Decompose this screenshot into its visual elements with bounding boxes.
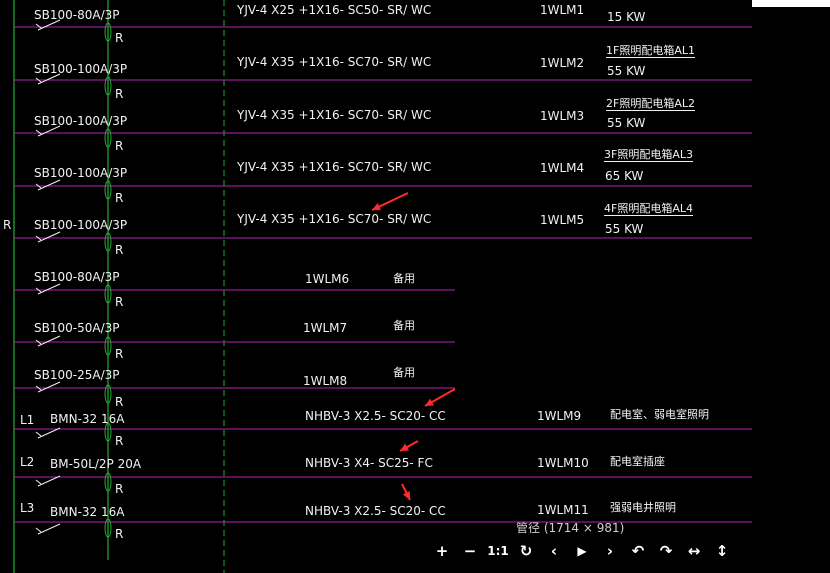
previous-button[interactable]: ‹ xyxy=(540,540,568,562)
r-label: R xyxy=(115,87,124,101)
breaker-label: SB100-100A/3P xyxy=(34,166,128,180)
r-label: R xyxy=(115,243,124,257)
flip-horizontal-button[interactable]: ↔ xyxy=(680,540,708,562)
r-label: R xyxy=(115,31,124,45)
breaker-label: SB100-80A/3P xyxy=(34,270,120,284)
r-label: R xyxy=(115,295,124,309)
breaker-symbol xyxy=(37,381,61,393)
cable-label: YJV-4 X35 +1X16- SC70- SR/ WC xyxy=(237,212,432,226)
next-button[interactable]: › xyxy=(596,540,624,562)
breaker-symbol xyxy=(35,431,42,437)
r-label: R xyxy=(115,482,124,496)
breaker-label: SB100-100A/3P xyxy=(34,218,128,232)
breaker-label: SB100-100A/3P xyxy=(34,114,128,128)
breaker-symbol xyxy=(37,335,61,347)
destination-label: 1F照明配电箱AL1 xyxy=(606,44,695,58)
breaker-symbol xyxy=(37,283,61,295)
breaker-label: BM-50L/2P 20A xyxy=(50,457,142,471)
circuit-label: 1WLM4 xyxy=(540,161,585,175)
window-edge xyxy=(752,0,830,7)
phase-label: L1 xyxy=(20,413,35,427)
breaker-symbol xyxy=(35,527,42,533)
destination-label: 3F照明配电箱AL3 xyxy=(604,148,693,162)
cable-label: NHBV-3 X4- SC25- FC xyxy=(305,456,433,470)
breaker-symbol xyxy=(37,231,61,243)
rotate-button[interactable]: ↻ xyxy=(512,540,540,562)
cable-label: YJV-4 X35 +1X16- SC70- SR/ WC xyxy=(237,55,432,69)
load-label: 55 KW xyxy=(607,116,646,130)
breaker-label: SB100-100A/3P xyxy=(34,62,128,76)
cable-label: YJV-4 X35 +1X16- SC70- SR/ WC xyxy=(237,160,432,174)
viewer-toolbar: + − 1:1 ↻ ‹ ▶ › ↶ ↷ ↔ ↕ xyxy=(428,540,736,562)
image-size-info: 管径 (1714 × 981) xyxy=(516,521,625,535)
r-label: R xyxy=(115,191,124,205)
breaker-symbol xyxy=(35,479,42,485)
destination-label: 强弱电井照明 xyxy=(610,501,676,514)
breaker-label: SB100-80A/3P xyxy=(34,8,120,22)
phase-label: L2 xyxy=(20,455,35,469)
breaker-label: BMN-32 16A xyxy=(50,505,125,519)
circuit-label: 1WLM5 xyxy=(540,213,585,227)
cable-label: NHBV-3 X2.5- SC20- CC xyxy=(305,504,446,518)
load-label: 55 KW xyxy=(605,222,644,236)
circuit-label: 1WLM7 xyxy=(303,321,348,335)
r-label-left: R xyxy=(3,218,12,232)
r-label: R xyxy=(115,527,124,541)
destination-label: 配电室插座 xyxy=(610,455,665,468)
breaker-label: SB100-50A/3P xyxy=(34,321,120,335)
spare-label: 备用 xyxy=(393,319,415,332)
load-label: 65 KW xyxy=(605,169,644,183)
drawing-canvas[interactable]: SB100-80A/3P YJV-4 X25 +1X16- SC50- SR/ … xyxy=(0,0,830,573)
phase-label: L3 xyxy=(20,501,35,515)
destination-label: 2F照明配电箱AL2 xyxy=(606,97,695,111)
zoom-out-button[interactable]: − xyxy=(456,540,484,562)
load-label: 15 KW xyxy=(607,10,646,24)
destination-label: 4F照明配电箱AL4 xyxy=(604,202,693,216)
r-label: R xyxy=(115,434,124,448)
circuit-label: 1WLM6 xyxy=(305,272,350,286)
circuit-label: 1WLM2 xyxy=(540,56,585,70)
breaker-symbol xyxy=(37,523,61,535)
drawing-lines xyxy=(13,0,752,573)
destination-label: 配电室、弱电室照明 xyxy=(610,408,709,421)
r-label: R xyxy=(115,395,124,409)
circuit-label: 1WLM3 xyxy=(540,109,585,123)
circuit-label: 1WLM10 xyxy=(537,456,589,470)
spare-label: 备用 xyxy=(393,366,415,379)
r-label: R xyxy=(115,139,124,153)
circuit-label: 1WLM1 xyxy=(540,3,585,17)
circuit-label: 1WLM11 xyxy=(537,503,589,517)
undo-rotate-button[interactable]: ↶ xyxy=(624,540,652,562)
redo-rotate-button[interactable]: ↷ xyxy=(652,540,680,562)
spare-label: 备用 xyxy=(393,272,415,285)
play-button[interactable]: ▶ xyxy=(568,540,596,562)
load-label: 55 KW xyxy=(607,64,646,78)
circuit-label: 1WLM9 xyxy=(537,409,582,423)
r-label: R xyxy=(115,347,124,361)
cable-label: YJV-4 X35 +1X16- SC70- SR/ WC xyxy=(237,108,432,122)
zoom-in-button[interactable]: + xyxy=(428,540,456,562)
flip-vertical-button[interactable]: ↕ xyxy=(708,540,736,562)
breaker-label: BMN-32 16A xyxy=(50,412,125,426)
cable-label: NHBV-3 X2.5- SC20- CC xyxy=(305,409,446,423)
cable-label: YJV-4 X25 +1X16- SC50- SR/ WC xyxy=(237,3,432,17)
actual-size-button[interactable]: 1:1 xyxy=(484,540,512,562)
circuit-label: 1WLM8 xyxy=(303,374,348,388)
breaker-label: SB100-25A/3P xyxy=(34,368,120,382)
breaker-symbol xyxy=(37,179,61,191)
